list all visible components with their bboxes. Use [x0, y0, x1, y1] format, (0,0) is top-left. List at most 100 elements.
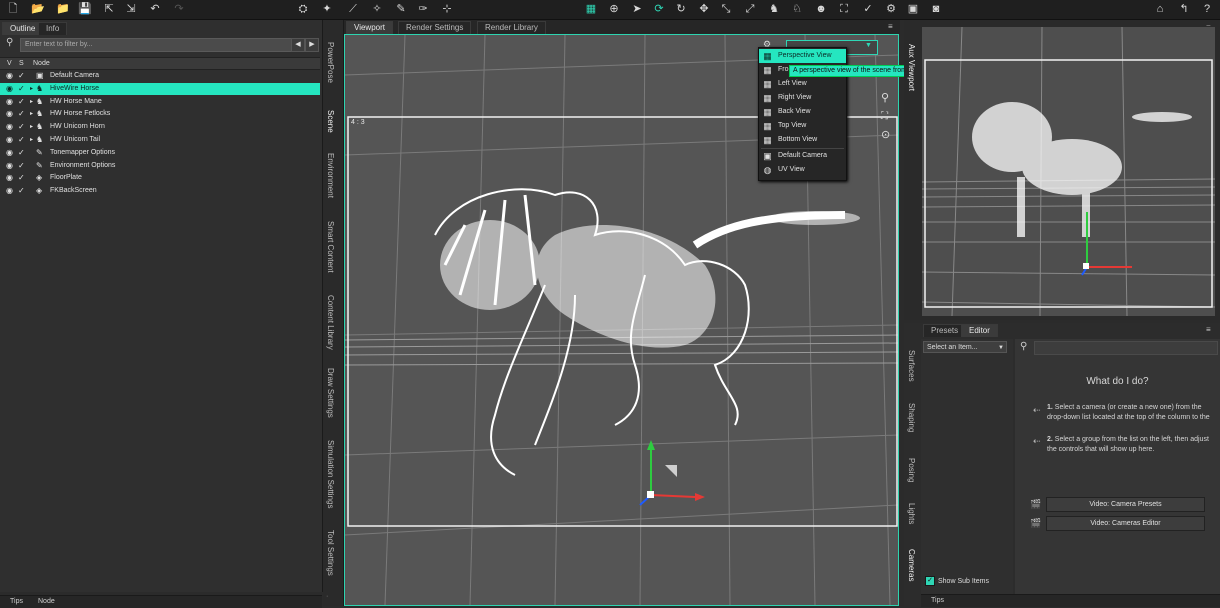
column-node[interactable]: Node: [33, 58, 50, 69]
spot-render-icon[interactable]: ✦: [320, 2, 334, 16]
camera-add-icon[interactable]: ☻: [814, 2, 828, 16]
selectable-check-icon[interactable]: ✓: [18, 70, 25, 82]
column-selectable[interactable]: S: [19, 58, 24, 69]
home-icon[interactable]: ⌂: [1153, 2, 1167, 16]
tab-smart-content[interactable]: Smart Content: [326, 221, 335, 273]
tab-tips[interactable]: Tips: [4, 596, 29, 608]
open-folder-icon[interactable]: 📂: [31, 2, 45, 16]
new-file-icon[interactable]: 🗋: [6, 2, 20, 16]
menu-item-top-view[interactable]: ▦ Top View: [759, 119, 846, 133]
tab-posing[interactable]: Posing: [907, 458, 916, 482]
transform-icon[interactable]: ⤢: [743, 2, 757, 16]
joint-editor-icon[interactable]: ⟋: [346, 2, 360, 16]
panel-menu-icon[interactable]: ≡: [888, 22, 893, 31]
tab-viewport[interactable]: Viewport: [346, 21, 393, 34]
scale-tool-icon[interactable]: ⤡: [719, 2, 733, 16]
selectable-check-icon[interactable]: ✓: [18, 134, 25, 146]
column-visible[interactable]: V: [7, 58, 12, 69]
open-recent-icon[interactable]: 📁: [56, 2, 70, 16]
aux-viewport[interactable]: [921, 26, 1216, 317]
video-camera-presets-button[interactable]: Video: Camera Presets: [1046, 497, 1205, 512]
menu-item-back-view[interactable]: ▦ Back View: [759, 105, 846, 119]
selectable-check-icon[interactable]: ✓: [18, 185, 25, 197]
visibility-eye-icon[interactable]: ◉: [6, 147, 13, 159]
figure-icon[interactable]: ♞: [767, 2, 781, 16]
tab-info[interactable]: Info: [38, 22, 68, 35]
geometry-editor-icon[interactable]: ✧: [370, 2, 384, 16]
selectable-check-icon[interactable]: ✓: [18, 172, 25, 184]
outline-node-row[interactable]: ◉ ✓ ◈ FloorPlate: [0, 172, 320, 184]
region-nav-icon[interactable]: ⊹: [440, 2, 454, 16]
tab-node[interactable]: Node: [32, 596, 61, 608]
tab-powerpose[interactable]: PowerPose: [326, 42, 335, 83]
splitter-handle[interactable]: ·: [326, 593, 328, 600]
visibility-eye-icon[interactable]: ◉: [6, 70, 13, 82]
tab-surfaces[interactable]: Surfaces: [907, 350, 916, 382]
tab-editor[interactable]: Editor: [961, 324, 998, 337]
undo-icon[interactable]: ↶: [148, 2, 162, 16]
visibility-eye-icon[interactable]: ◉: [6, 134, 13, 146]
rotate-tool-icon[interactable]: ⟳: [652, 2, 666, 16]
visibility-eye-icon[interactable]: ◉: [6, 96, 13, 108]
universal-tool-icon[interactable]: ▦: [584, 2, 598, 16]
select-arrow-icon[interactable]: ➤: [630, 2, 644, 16]
outline-node-row[interactable]: ◉ ✓ ▣ Default Camera: [0, 70, 320, 82]
tab-lights[interactable]: Lights: [907, 503, 916, 524]
tab-content-library[interactable]: Content Library: [326, 295, 335, 350]
save-icon[interactable]: 💾: [78, 2, 92, 16]
expand-arrow-icon[interactable]: ▸: [30, 96, 33, 108]
tab-shaping[interactable]: Shaping: [907, 403, 916, 432]
selectable-check-icon[interactable]: ✓: [18, 96, 25, 108]
outline-node-row[interactable]: ◉ ✓ ✎ Tonemapper Options: [0, 147, 320, 159]
outline-node-row[interactable]: ◉ ✓ ▸ ♞ HW Horse Fetlocks: [0, 108, 320, 120]
show-sub-items-checkbox[interactable]: ✓ Show Sub Items: [925, 576, 989, 586]
transform-gizmo[interactable]: [639, 440, 705, 506]
select-item-dropdown[interactable]: Select an Item... ▼: [923, 341, 1007, 353]
frame-control-icon[interactable]: ⛶: [881, 111, 888, 122]
tab-aux-viewport[interactable]: Aux Viewport: [907, 44, 916, 91]
menu-item-left-view[interactable]: ▦ Left View: [759, 77, 846, 91]
light-add-icon[interactable]: ⛶: [837, 2, 851, 16]
menu-item-right-view[interactable]: ▦ Right View: [759, 91, 846, 105]
selectable-check-icon[interactable]: ✓: [18, 83, 25, 95]
visibility-eye-icon[interactable]: ◉: [6, 172, 13, 184]
selectable-check-icon[interactable]: ✓: [18, 121, 25, 133]
expand-arrow-icon[interactable]: ▸: [30, 121, 33, 133]
previous-match-button[interactable]: ◀: [291, 38, 305, 52]
expand-arrow-icon[interactable]: ▸: [30, 83, 33, 95]
twist-tool-icon[interactable]: ↻: [674, 2, 688, 16]
import-icon[interactable]: ⇱: [102, 2, 116, 16]
render-icon[interactable]: ⚙: [884, 2, 898, 16]
tab-simulation-settings[interactable]: Simulation Settings: [326, 440, 335, 508]
expand-arrow-icon[interactable]: ▸: [30, 108, 33, 120]
outline-node-row[interactable]: ◉ ✓ ◈ FKBackScreen: [0, 185, 320, 197]
filter-input[interactable]: Enter text to filter by...: [20, 38, 294, 52]
selectable-check-icon[interactable]: ✓: [18, 147, 25, 159]
outline-node-row[interactable]: ◉ ✓ ▸ ♞ HW Horse Mane: [0, 96, 320, 108]
visibility-eye-icon[interactable]: ◉: [6, 121, 13, 133]
help-arrow-icon[interactable]: ↰: [1177, 2, 1191, 16]
zoom-control-icon[interactable]: ⚲: [881, 91, 889, 104]
redo-icon[interactable]: ↷: [172, 2, 186, 16]
translate-tool-icon[interactable]: ✥: [697, 2, 711, 16]
panel-menu-icon[interactable]: ≡: [1206, 325, 1211, 334]
selectable-check-icon[interactable]: ✓: [18, 160, 25, 172]
outline-node-row[interactable]: ◉ ✓ ▸ ♞ HW Unicorn Tail: [0, 134, 320, 146]
pose-icon[interactable]: ♘: [790, 2, 804, 16]
tab-draw-settings[interactable]: Draw Settings: [326, 368, 335, 418]
next-match-button[interactable]: ▶: [305, 38, 319, 52]
visibility-eye-icon[interactable]: ◉: [6, 108, 13, 120]
visibility-eye-icon[interactable]: ◉: [6, 83, 13, 95]
orbit-control-icon[interactable]: ⊙: [881, 128, 890, 141]
outline-node-row[interactable]: ◉ ✓ ▸ ♞ HW Unicorn Horn: [0, 121, 320, 133]
active-pose-icon[interactable]: ⊕: [607, 2, 621, 16]
tab-render-settings[interactable]: Render Settings: [398, 21, 472, 34]
export-icon[interactable]: ⇲: [124, 2, 138, 16]
node-selection-icon[interactable]: ⛭: [296, 2, 310, 16]
outline-node-row[interactable]: ◉ ✓ ▸ ♞ HiveWire Horse: [0, 82, 320, 95]
selectable-check-icon[interactable]: ✓: [18, 108, 25, 120]
tab-presets[interactable]: Presets: [923, 324, 967, 337]
surface-selection-icon[interactable]: ✑: [416, 2, 430, 16]
camera-icon[interactable]: ◙: [929, 2, 943, 16]
video-cameras-editor-button[interactable]: Video: Cameras Editor: [1046, 516, 1205, 531]
